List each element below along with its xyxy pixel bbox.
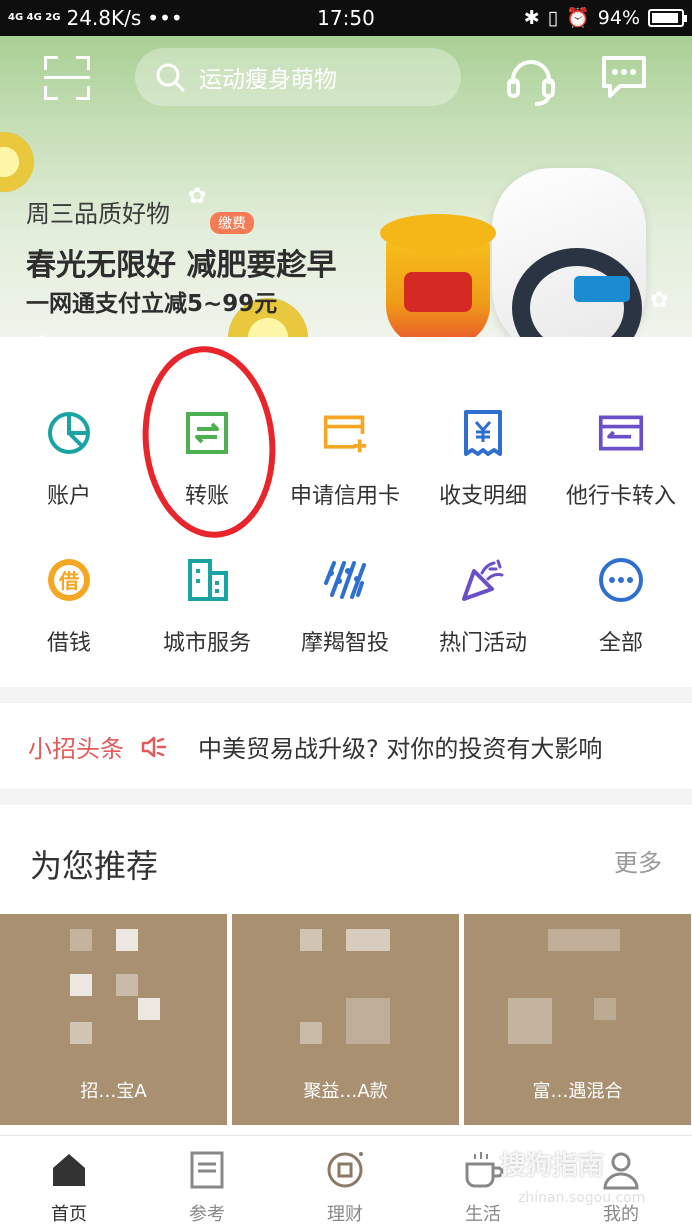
party-popper-icon [462,559,504,601]
quick-action-label: 城市服务 [162,631,251,656]
quick-action-label: 全部 [598,631,643,656]
status-bar: 4G 4G 2G 24.8K/s ••• 17:50 ✱ ▯ ⏰ 94% [0,0,692,36]
quick-action-label: 借钱 [46,631,91,656]
news-ticker[interactable]: 小招头条 中美贸易战升级? 对你的投资有大影响 [0,703,692,789]
tab-label: 首页 [51,1204,87,1225]
product-name: 招…宝A [80,1081,147,1102]
watermark-url: zhinan.sogou.com [518,1190,646,1206]
quick-action-borrow[interactable]: 借 借钱 [0,557,138,657]
news-tag: 小招头条 [28,735,124,763]
more-icon [599,558,643,602]
alarm-icon: ⏰ [566,7,590,29]
quick-action-account[interactable]: 账户 [0,410,138,510]
message-icon[interactable] [600,54,648,100]
tab-label: 参考 [189,1204,225,1225]
quick-action-label: 账户 [46,484,91,509]
product-card[interactable]: 招…宝A [0,914,227,1125]
coffee-icon [465,1152,504,1188]
quick-action-label: 他行卡转入 [565,484,676,509]
news-headline[interactable]: 中美贸易战升级? 对你的投资有大影响 [198,729,602,764]
tab-label: 理财 [327,1204,363,1225]
document-icon [190,1151,224,1189]
quick-action-apply-credit-card[interactable]: 申请信用卡 [276,410,414,510]
credit-card-add-icon [323,415,367,453]
card-transfer-in-icon [598,415,644,451]
product-name: 富…遇混合 [532,1081,623,1102]
wealth-icon [327,1152,363,1188]
scan-icon[interactable] [44,56,90,100]
promo-banner[interactable]: 运动瘦身萌物 ✿ ✿ ✿ 周三品质好物 春光无限好 减肥要趁早 一网通支付立减5… [0,36,692,337]
search-input[interactable]: 运动瘦身萌物 [135,48,461,106]
svg-text:借: 借 [58,569,79,593]
battery-fill [652,12,679,23]
tab-reference[interactable]: 参考 [138,1150,276,1226]
headset-icon[interactable] [505,54,557,106]
quick-action-smart-invest[interactable]: 摩羯智投 [276,557,414,657]
recommend-title: 为您推荐 [30,847,159,885]
flower-decoration: ✿ [188,184,207,209]
borrow-icon: 借 [48,559,90,601]
banner-line1: 周三品质好物 [26,200,170,228]
city-building-icon [188,559,228,601]
vibrate-icon: ▯ [547,6,559,29]
flower-decoration: ✿ [650,288,669,313]
recommend-more-link[interactable]: 更多 [614,843,662,878]
recommend-section: 为您推荐 更多 招…宝A 聚益…A款 富…遇混合 [0,805,692,1135]
quick-action-city-service[interactable]: 城市服务 [138,557,276,657]
quick-action-label: 摩羯智投 [300,631,389,656]
tab-home[interactable]: 首页 [0,1150,138,1226]
quick-action-label: 热门活动 [438,631,527,656]
bluetooth-icon: ✱ [523,6,540,29]
search-icon [156,63,185,92]
product-card[interactable]: 富…遇混合 [464,914,691,1125]
quick-action-label: 申请信用卡 [289,484,400,509]
lemon-decoration [0,132,34,192]
quick-action-statement[interactable]: 收支明细 [414,410,552,510]
pie-chart-icon [48,412,90,454]
receipt-icon [464,410,502,456]
quick-action-hot-events[interactable]: 热门活动 [414,557,552,657]
product-name: 聚益…A款 [303,1081,388,1102]
status-right: ✱ ▯ ⏰ 94% [523,6,687,29]
quick-action-all[interactable]: 全部 [552,557,690,657]
home-icon [53,1154,85,1186]
smart-invest-icon [324,561,366,599]
quick-action-card-transfer-in[interactable]: 他行卡转入 [552,410,690,510]
quick-action-label: 收支明细 [438,484,527,509]
banner-line2: 春光无限好 减肥要趁早 [26,248,337,283]
profile-icon [603,1152,639,1190]
banner-line3: 一网通支付立减5~99元 [26,291,278,317]
speaker-icon [141,736,167,758]
battery-icon [648,8,687,27]
payment-badge: 缴费 [210,212,254,234]
snack-cup-image [380,214,496,337]
product-card[interactable]: 聚益…A款 [232,914,459,1125]
watermark-text: 搜狗指南 [500,1151,605,1181]
search-placeholder: 运动瘦身萌物 [199,67,337,93]
tab-wealth[interactable]: 理财 [276,1150,414,1226]
battery-percent: 94% [597,6,640,29]
